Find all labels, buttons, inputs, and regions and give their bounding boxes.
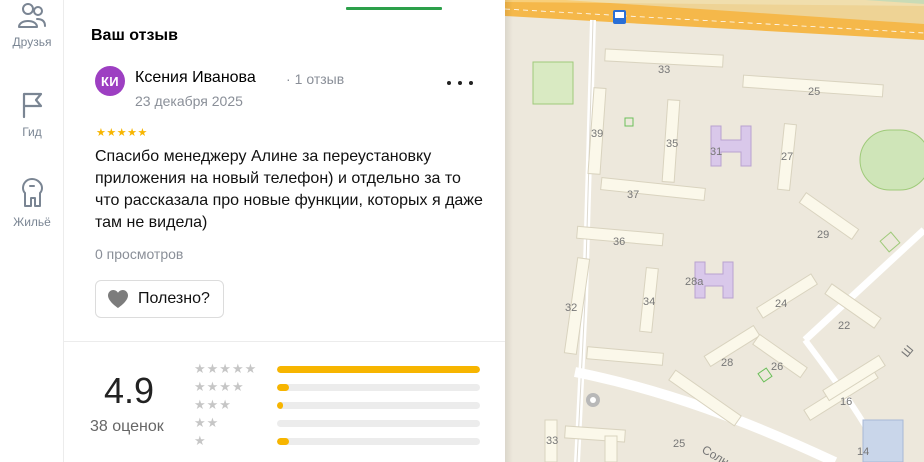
useful-label: Полезно?	[138, 290, 210, 307]
left-rail: Друзья Гид Жильё	[0, 0, 64, 462]
divider	[64, 341, 505, 342]
more-dot-icon	[469, 81, 473, 85]
street	[802, 227, 924, 343]
bus-stop-window	[615, 12, 624, 18]
rating-row-2: ★★	[194, 415, 484, 431]
flag-icon	[22, 92, 43, 119]
playground-area	[879, 231, 901, 253]
rating-row-1: ★	[194, 433, 484, 449]
housing-icon	[22, 178, 43, 207]
svg-text:22: 22	[838, 320, 850, 332]
svg-text:14: 14	[857, 446, 869, 458]
svg-text:34: 34	[643, 296, 655, 308]
more-dot-icon	[458, 81, 462, 85]
author-reviews-label: 1 отзыв	[294, 71, 345, 87]
author-review-count: · 1 отзыв	[286, 71, 344, 87]
rail-label-guide: Гид	[22, 125, 42, 139]
active-tab-indicator	[346, 7, 442, 10]
map-canvas[interactable]: 33 25 39 35 31 27 37 29 36 28а 32 34 24 …	[505, 0, 924, 462]
rail-label-housing: Жильё	[13, 215, 51, 229]
stadium-area	[859, 129, 924, 191]
author-name[interactable]: Ксения Иванова	[135, 69, 256, 87]
svg-text:31: 31	[710, 146, 722, 158]
rating-row-5: ★★★★★	[194, 361, 484, 377]
rating-bar-track	[277, 366, 480, 373]
rail-label-friends: Друзья	[12, 35, 52, 49]
svg-text:24: 24	[775, 298, 787, 310]
section-title: Ваш отзыв	[91, 27, 178, 44]
rating-bar-fill	[277, 366, 480, 373]
svg-text:16: 16	[840, 396, 852, 408]
more-options-button[interactable]	[447, 73, 473, 93]
rating-bar-track	[277, 438, 480, 445]
map-view[interactable]: 33 25 39 35 31 27 37 29 36 28а 32 34 24 …	[505, 0, 924, 462]
rating-bar-track	[277, 402, 480, 409]
svg-text:Солн: Солн	[700, 442, 732, 462]
rating-row-stars: ★★★★	[194, 379, 245, 394]
heart-icon	[108, 290, 128, 308]
rating-bar-fill	[277, 384, 290, 391]
rating-row-3: ★★★	[194, 397, 484, 413]
svg-text:28: 28	[721, 357, 733, 369]
svg-text:26: 26	[771, 361, 783, 373]
svg-text:33: 33	[658, 64, 670, 76]
svg-text:37: 37	[627, 189, 639, 201]
rating-bar-fill	[277, 402, 284, 409]
playground-area	[757, 367, 773, 383]
friends-icon	[18, 3, 46, 28]
svg-text:35: 35	[666, 138, 678, 150]
useful-button[interactable]: Полезно?	[95, 280, 224, 318]
svg-text:25: 25	[808, 86, 820, 98]
playground-area	[624, 117, 634, 127]
svg-text:32: 32	[565, 302, 577, 314]
svg-text:Ш: Ш	[899, 343, 917, 360]
rating-bar-track	[277, 384, 480, 391]
avatar[interactable]: КИ	[95, 66, 125, 96]
rating-bar-track	[277, 420, 480, 427]
school-buildings	[694, 125, 752, 299]
svg-text:39: 39	[591, 128, 603, 140]
svg-text:27: 27	[781, 151, 793, 163]
park-area	[532, 61, 574, 105]
rating-row-stars: ★	[194, 433, 207, 448]
rating-bar-fill	[277, 438, 290, 445]
rail-item-guide[interactable]: Гид	[0, 90, 64, 139]
rating-row-stars: ★★	[194, 415, 220, 430]
rating-row-4: ★★★★	[194, 379, 484, 395]
rating-row-stars: ★★★★★	[194, 361, 258, 376]
views-count: 0 просмотров	[95, 246, 184, 262]
svg-text:29: 29	[817, 229, 829, 241]
rail-item-friends[interactable]: Друзья	[0, 2, 64, 49]
svg-text:33: 33	[546, 435, 558, 447]
separator-dot: ·	[286, 71, 291, 87]
more-dot-icon	[447, 81, 451, 85]
review-stars: ★★★★★	[96, 127, 148, 139]
rating-row-stars: ★★★	[194, 397, 232, 412]
review-text: Спасибо менеджеру Алине за переустановку…	[95, 148, 483, 231]
svg-text:25: 25	[673, 438, 685, 450]
svg-text:36: 36	[613, 236, 625, 248]
review-panel: Ваш отзыв КИ Ксения Иванова · 1 отзыв 23 …	[64, 0, 505, 462]
rating-count: 38 оценок	[90, 418, 164, 435]
place-marker-dot	[590, 397, 596, 403]
rail-item-housing[interactable]: Жильё	[0, 176, 64, 229]
panel-shadow	[505, 0, 513, 462]
rating-value: 4.9	[104, 370, 155, 411]
svg-text:28а: 28а	[685, 276, 704, 288]
review-date: 23 декабря 2025	[135, 93, 243, 109]
